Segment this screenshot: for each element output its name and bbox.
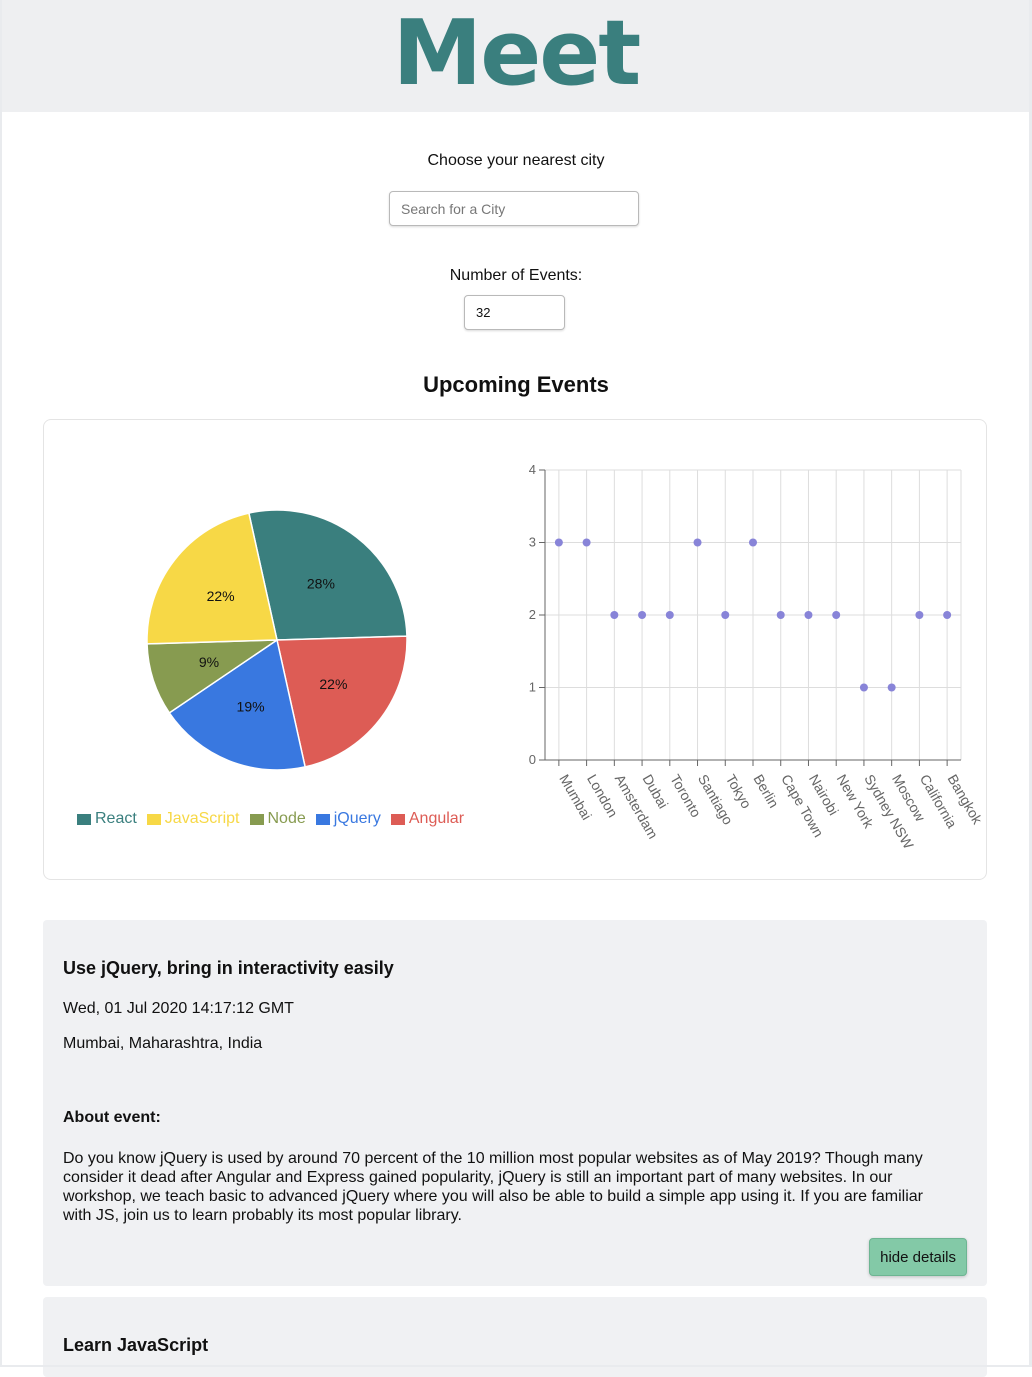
x-tick-label: Tokyo [723, 772, 755, 812]
number-of-events-input[interactable] [464, 295, 565, 330]
pie-chart: 28% 22% 19% 9% 22% [146, 509, 408, 771]
scatter-point[interactable] [804, 611, 813, 619]
window-border-left [0, 0, 2, 1367]
x-tick-label: Toronto [667, 772, 704, 821]
scatter-point[interactable] [749, 538, 757, 547]
scatter-point[interactable] [832, 611, 841, 619]
legend-swatch [77, 813, 91, 825]
pie-slice-label: 9% [199, 654, 219, 670]
pie-legend: React JavaScript Node jQuery Angular [77, 810, 464, 828]
scatter-grid [539, 469, 962, 766]
x-tick-label: Berlin [750, 772, 782, 811]
x-tick-label: New York [834, 772, 878, 832]
x-tick-label: Moscow [889, 772, 929, 825]
app-header: Meet [0, 0, 1032, 112]
event-date: Wed, 01 Jul 2020 14:17:12 GMT [63, 1000, 294, 1017]
legend-label: Node [267, 810, 306, 827]
event-card: Use jQuery, bring in interactivity easil… [43, 920, 987, 1286]
scatter-point[interactable] [721, 611, 730, 619]
y-tick-label: 3 [529, 535, 536, 550]
x-tick-label: London [584, 772, 621, 820]
x-tick-label: California [917, 772, 961, 831]
scatter-point[interactable] [610, 611, 619, 619]
x-tick-label: Mumbai [556, 772, 595, 823]
scatter-point[interactable] [859, 683, 868, 692]
pie-slice-label: 22% [207, 588, 235, 604]
legend-label: jQuery [333, 810, 381, 827]
city-search-label: Choose your nearest city [427, 152, 605, 169]
legend-label: React [95, 810, 137, 827]
legend-item-jquery[interactable]: jQuery [315, 810, 381, 828]
scatter-point[interactable] [638, 611, 647, 619]
scatter-point[interactable] [915, 611, 924, 619]
scatter-point[interactable] [582, 538, 591, 547]
legend-label: JavaScript [164, 810, 240, 827]
x-tick-label: Bangkok [945, 772, 987, 828]
legend-item-node[interactable]: Node [249, 810, 306, 828]
scatter-point[interactable] [554, 538, 563, 547]
legend-swatch [390, 813, 405, 825]
scatter-point[interactable] [693, 538, 702, 547]
app-logo: Meet [392, 1, 642, 106]
event-title: Use jQuery, bring in interactivity easil… [63, 958, 394, 978]
legend-item-javascript[interactable]: JavaScript [146, 810, 240, 828]
upcoming-events-title: Upcoming Events [423, 372, 609, 397]
event-title: Learn JavaScript [63, 1335, 209, 1355]
x-tick-label: Sydney NSW [861, 772, 917, 853]
y-tick-label: 2 [529, 607, 536, 622]
y-tick-label: 1 [529, 680, 536, 695]
pie-slice-label: 28% [307, 576, 335, 592]
event-location: Mumbai, Maharashtra, India [63, 1035, 263, 1052]
x-tick-label: Dubai [639, 772, 671, 812]
legend-item-angular[interactable]: Angular [390, 810, 465, 828]
legend-item-react[interactable]: React [77, 810, 137, 828]
hide-details-button[interactable]: hide details [869, 1238, 967, 1276]
scatter-point[interactable] [776, 611, 785, 619]
legend-swatch [315, 813, 330, 825]
x-tick-label: Cape Town [778, 772, 827, 840]
scatter-point[interactable] [943, 611, 952, 619]
y-tick-label: 4 [529, 462, 536, 477]
scatter-point[interactable] [887, 683, 896, 692]
x-tick-label: Nairobi [806, 772, 842, 818]
legend-swatch [249, 813, 264, 825]
pie-slice-label: 19% [237, 698, 265, 714]
city-search-input[interactable] [389, 191, 639, 226]
x-tick-label: Amsterdam [612, 772, 662, 842]
number-of-events-label: Number of Events: [449, 267, 583, 284]
legend-swatch [146, 813, 161, 825]
y-tick-label: 0 [529, 752, 536, 767]
x-tick-label: Santiago [695, 772, 737, 828]
legend-label: Angular [408, 810, 465, 827]
event-about-label: About event: [63, 1109, 161, 1126]
pie-slice-label: 22% [319, 676, 347, 692]
event-description: Do you know jQuery is used by around 70 … [63, 1150, 924, 1224]
scatter-point[interactable] [665, 611, 674, 619]
